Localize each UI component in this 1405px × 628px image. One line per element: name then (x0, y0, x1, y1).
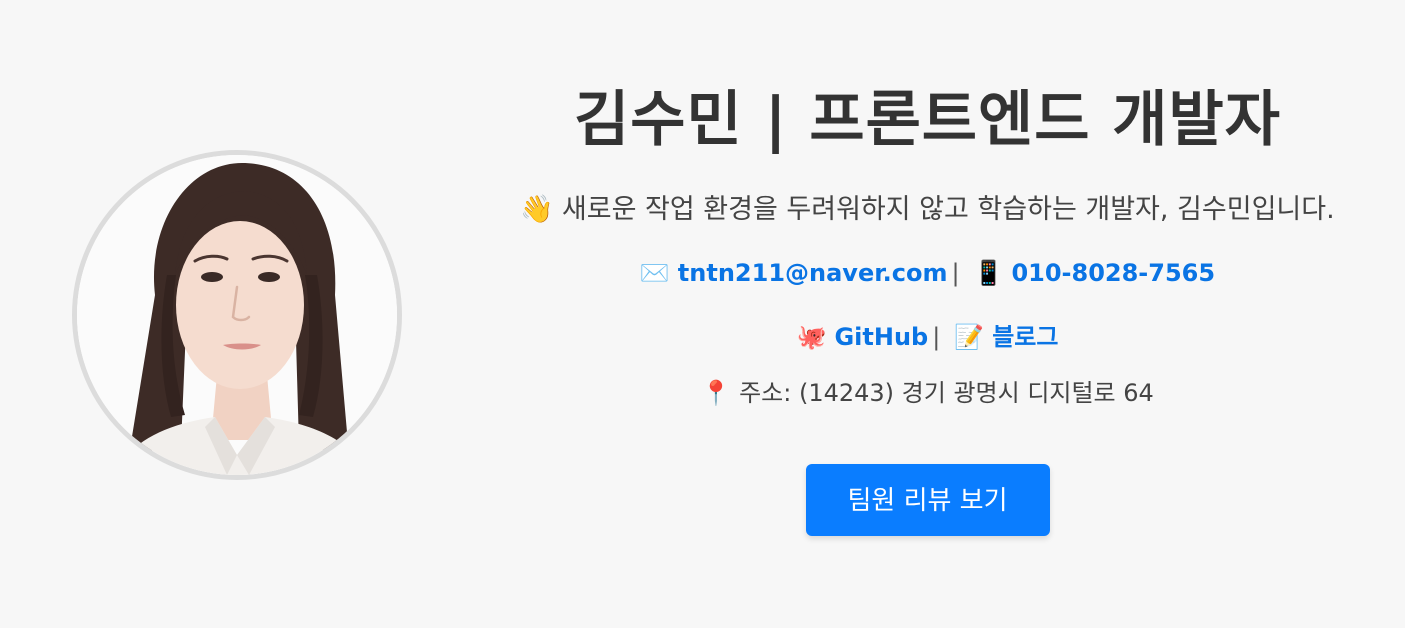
waving-hand-icon: 👋 (520, 194, 554, 225)
links-row: 🐙 GitHub | 📝 블로그 (455, 316, 1400, 358)
email-link[interactable]: tntn211@naver.com (678, 259, 948, 287)
profile-photo (72, 150, 402, 480)
profile-photo-illustration (77, 155, 397, 475)
address-text: 주소: (14243) 경기 광명시 디지털로 64 (739, 379, 1154, 407)
blog-link[interactable]: 블로그 (992, 323, 1058, 351)
address-row: 📍 주소: (14243) 경기 광명시 디지털로 64 (455, 372, 1400, 414)
contact-separator: | (951, 259, 960, 287)
profile-info: 김수민 | 프론트엔드 개발자 👋 새로운 작업 환경을 두려워하지 않고 학습하… (455, 80, 1400, 536)
links-separator: | (932, 323, 941, 351)
phone-link[interactable]: 010-8028-7565 (1011, 259, 1215, 287)
memo-icon: 📝 (954, 323, 985, 351)
intro-message: 새로운 작업 환경을 두려워하지 않고 학습하는 개발자, 김수민입니다. (561, 194, 1335, 225)
pin-icon: 📍 (701, 379, 732, 407)
page-title: 김수민 | 프론트엔드 개발자 (574, 85, 1281, 155)
octopus-icon: 🐙 (796, 323, 827, 351)
github-link[interactable]: GitHub (834, 323, 928, 351)
intro-text: 👋 새로운 작업 환경을 두려워하지 않고 학습하는 개발자, 김수민입니다. (455, 190, 1400, 230)
envelope-icon: ✉️ (639, 259, 670, 287)
contact-row: ✉️ tntn211@naver.com | 📱 010-8028-7565 (455, 252, 1400, 294)
team-review-button[interactable]: 팀원 리뷰 보기 (805, 464, 1050, 536)
mobile-phone-icon: 📱 (973, 259, 1004, 287)
button-wrapper: 팀원 리뷰 보기 (455, 464, 1400, 536)
